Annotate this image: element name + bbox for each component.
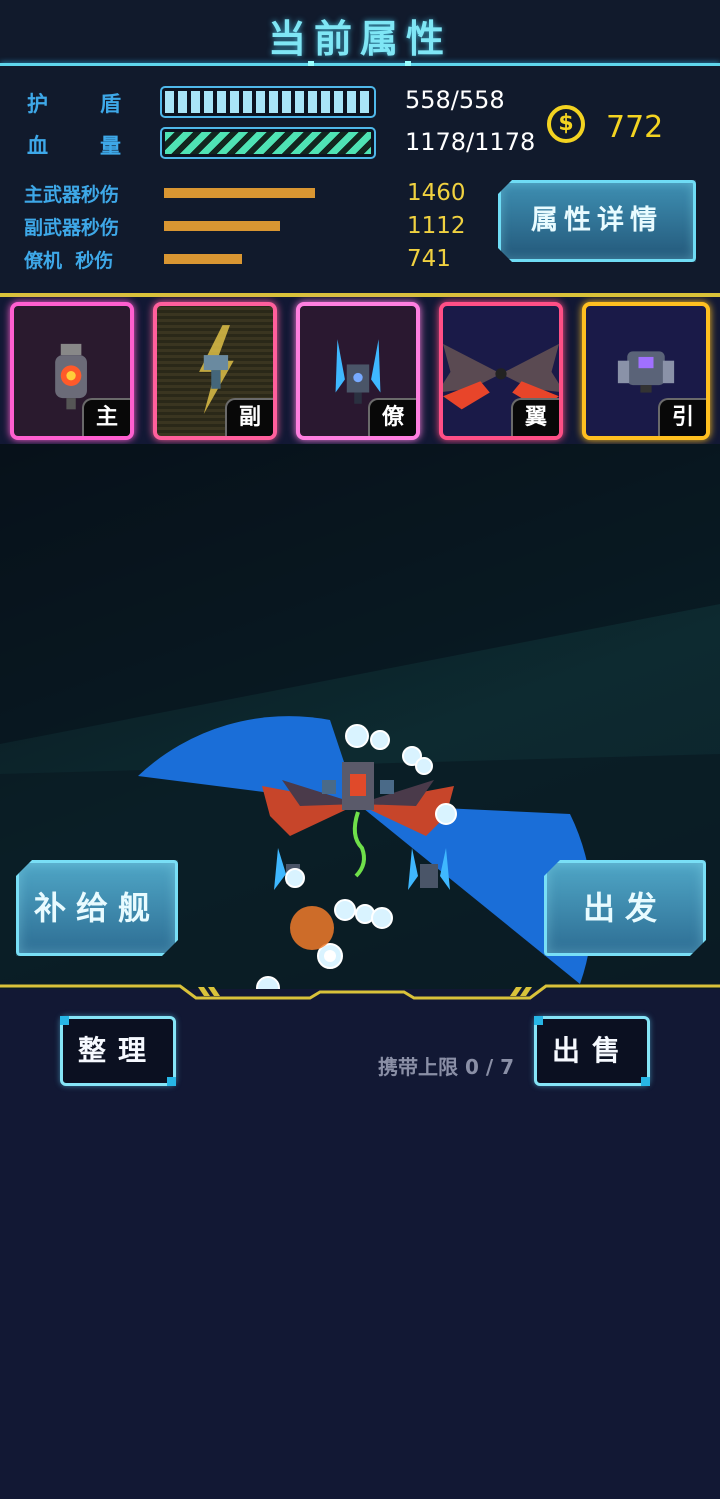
- coin-icon: $: [547, 105, 585, 143]
- slot-tag-sub: 副: [225, 398, 273, 436]
- carry-limit-label: 携带上限 0 / 7: [378, 1055, 515, 1079]
- slot-tag-wing: 翼: [511, 398, 559, 436]
- wingman-dps-label: 僚机 秒伤: [24, 250, 114, 272]
- equip-slot-engine[interactable]: 引: [582, 302, 710, 440]
- sell-button[interactable]: 出售: [534, 1016, 650, 1086]
- page-title: 当前属性: [267, 17, 452, 61]
- sub-weapon-dps-bar: [164, 221, 280, 231]
- inventory-divider: [0, 984, 720, 1000]
- equip-slot-main-weapon[interactable]: 主: [10, 302, 134, 440]
- depart-button[interactable]: 出发: [544, 860, 706, 956]
- hp-bar-fill: [165, 132, 371, 154]
- shield-bar-fill: [165, 91, 371, 113]
- sub-weapon-dps-value: 1112: [407, 213, 466, 239]
- sub-weapon-dps-label: 副武器秒伤: [24, 217, 120, 239]
- equip-slot-sub-weapon[interactable]: 副: [153, 302, 277, 440]
- coin-value: 772: [606, 110, 664, 145]
- equip-slot-wingman[interactable]: 僚: [296, 302, 420, 440]
- attribute-details-button[interactable]: 属性详情: [498, 180, 696, 262]
- shield-label: 护盾: [27, 92, 173, 116]
- shield-bar: [160, 86, 376, 118]
- shield-value: 558/558: [405, 86, 505, 114]
- main-weapon-dps-bar: [164, 188, 315, 198]
- slot-tag-wingman: 僚: [368, 398, 416, 436]
- wingman-dps-value: 741: [407, 246, 451, 272]
- hp-label: 血量: [27, 134, 173, 158]
- hp-bar: [160, 127, 376, 159]
- main-weapon-dps-value: 1460: [407, 180, 466, 206]
- hp-value: 1178/1178: [405, 128, 536, 156]
- main-weapon-dps-label: 主武器秒伤: [24, 184, 120, 206]
- slot-tag-main: 主: [82, 398, 130, 436]
- sort-button[interactable]: 整理: [60, 1016, 176, 1086]
- slot-tag-engine: 引: [658, 398, 706, 436]
- supply-ship-button[interactable]: 补给舰: [16, 860, 178, 956]
- equip-slot-wing[interactable]: 翼: [439, 302, 563, 440]
- wingman-dps-bar: [164, 254, 242, 264]
- equipment-divider: [0, 293, 720, 297]
